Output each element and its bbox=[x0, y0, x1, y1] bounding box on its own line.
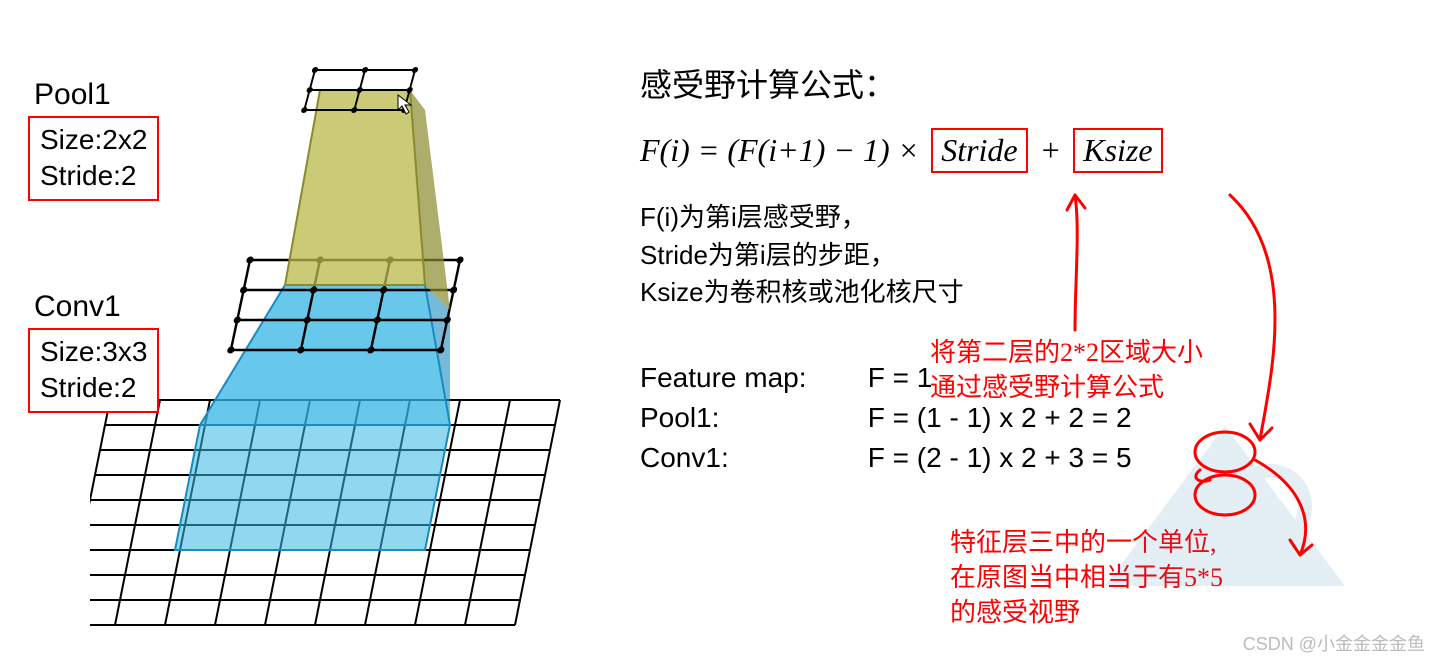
conv1-size: Size:3x3 bbox=[40, 334, 147, 370]
formula-description: F(i)为第i层感受野， Stride为第i层的步距， Ksize为卷积核或池化… bbox=[640, 199, 1440, 312]
formula-times: × bbox=[898, 132, 920, 168]
conv1-stride: Stride:2 bbox=[40, 370, 147, 406]
pool1-title: Pool1 bbox=[34, 78, 111, 112]
receptive-field-pyramid bbox=[90, 60, 630, 660]
conv1-box: Size:3x3 Stride:2 bbox=[28, 328, 159, 413]
formula-lhs: F(i) = (F(i+1) − 1) bbox=[640, 132, 890, 168]
anno1-line1: 将第二层的2*2区域大小 bbox=[930, 335, 1203, 370]
anno1-line2: 通过感受野计算公式 bbox=[930, 370, 1203, 405]
pool1-ex-value: F = (1 - 1) x 2 + 2 = 2 bbox=[868, 402, 1132, 433]
conv1-title: Conv1 bbox=[34, 290, 121, 324]
formula-plus: + bbox=[1040, 132, 1062, 168]
annotation-1: 将第二层的2*2区域大小 通过感受野计算公式 bbox=[930, 335, 1203, 405]
conv1-ex-label: Conv1: bbox=[640, 442, 860, 474]
pool1-box: Size:2x2 Stride:2 bbox=[28, 116, 159, 201]
formula-stride-box: Stride bbox=[931, 128, 1027, 173]
conv1-ex-value: F = (2 - 1) x 2 + 3 = 5 bbox=[868, 442, 1132, 473]
desc-line-1: F(i)为第i层感受野， bbox=[640, 199, 1440, 237]
csdn-logo-watermark bbox=[1095, 416, 1355, 596]
pool1-stride: Stride:2 bbox=[40, 158, 147, 194]
left-diagram-panel: Pool1 Size:2x2 Stride:2 Conv1 Size:3x3 S… bbox=[0, 0, 640, 666]
watermark-text: CSDN @小金金金金鱼 bbox=[1243, 630, 1425, 656]
formula-title: 感受野计算公式： bbox=[640, 60, 1440, 106]
pool1-size: Size:2x2 bbox=[40, 122, 147, 158]
fm-value: F = 1 bbox=[868, 362, 933, 393]
desc-line-2: Stride为第i层的步距， bbox=[640, 237, 1440, 275]
desc-line-3: Ksize为卷积核或池化核尺寸 bbox=[640, 274, 1440, 312]
fm-label: Feature map: bbox=[640, 362, 860, 394]
pool1-ex-label: Pool1: bbox=[640, 402, 860, 434]
formula-ksize-box: Ksize bbox=[1073, 128, 1162, 173]
anno2-line3: 的感受视野 bbox=[950, 595, 1223, 630]
receptive-field-formula: F(i) = (F(i+1) − 1) × Stride + Ksize bbox=[640, 128, 1440, 173]
